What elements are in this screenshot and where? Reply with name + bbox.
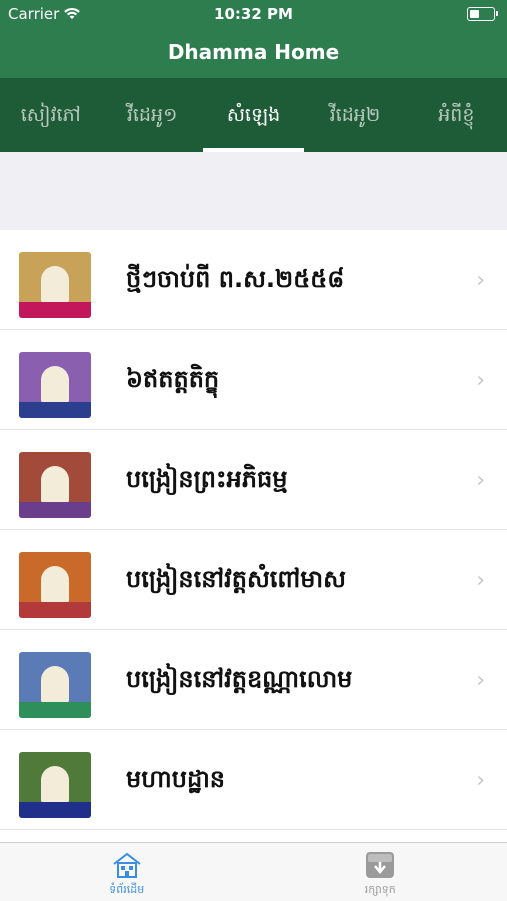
tabbar-saved-label: រក្សាទុក <box>254 883 507 899</box>
chevron-right-icon: › <box>476 668 485 693</box>
chevron-right-icon: › <box>476 268 485 293</box>
monk-figure <box>41 366 69 404</box>
list-item[interactable]: បង្រៀននៅវត្តសំពៅមាស › <box>0 530 507 630</box>
chevron-right-icon: › <box>476 468 485 493</box>
thumb-band <box>19 302 91 318</box>
monk-figure <box>41 466 69 504</box>
chevron-right-icon: › <box>476 568 485 593</box>
thumb-band <box>19 402 91 418</box>
item-title: ថ្មីៗចាប់ពី ព.ស.២៥៥៨ <box>126 264 344 299</box>
clock: 10:32 PM <box>0 5 507 23</box>
list-item[interactable]: មហាបដ្ឋាន › <box>0 730 507 830</box>
item-thumbnail <box>19 752 91 818</box>
item-thumbnail <box>19 652 91 718</box>
item-thumbnail <box>19 352 91 418</box>
item-thumbnail <box>19 552 91 618</box>
tab-about[interactable]: អំពីខ្ញុំ <box>406 78 507 152</box>
list-item[interactable]: ថ្មីៗចាប់ពី ព.ស.២៥៥៨ › <box>0 230 507 330</box>
thumb-band <box>19 602 91 618</box>
thumb-band <box>19 502 91 518</box>
list-item[interactable]: បង្រៀននៅវត្តឧណ្ណាលោម › <box>0 630 507 730</box>
item-title: មហាបដ្ឋាន <box>126 764 225 799</box>
item-thumbnail <box>19 252 91 318</box>
tab-video-1[interactable]: វីដេអូ១ <box>101 78 202 152</box>
thumb-band <box>19 702 91 718</box>
tabbar-saved[interactable]: រក្សាទុក <box>254 843 507 901</box>
item-thumbnail <box>19 452 91 518</box>
list-item[interactable]: បង្រៀនព្រះអភិធម្ម › <box>0 430 507 530</box>
item-title: ៦ឥតត្តតិក្ខុ <box>126 364 219 399</box>
audio-list: ថ្មីៗចាប់ពី ព.ស.២៥៥៨ › ៦ឥតត្តតិក្ខុ › បង… <box>0 230 507 842</box>
battery-icon <box>467 7 495 21</box>
chevron-right-icon: › <box>476 768 485 793</box>
list-header-spacer <box>0 152 507 230</box>
monk-figure <box>41 666 69 704</box>
home-icon <box>112 851 142 879</box>
item-title: បង្រៀននៅវត្តសំពៅមាស <box>126 564 346 599</box>
list-item[interactable]: ៦ឥតត្តតិក្ខុ › <box>0 330 507 430</box>
monk-figure <box>41 766 69 804</box>
segment-tabs: សៀវភៅ វីដេអូ១ សំឡេង វីដេអូ២ អំពីខ្ញុំ <box>0 78 507 152</box>
chevron-right-icon: › <box>476 368 485 393</box>
tabbar-home[interactable]: ទំព័រដើម <box>0 843 254 901</box>
tab-audio[interactable]: សំឡេង <box>203 78 304 152</box>
download-box-icon <box>365 851 395 879</box>
item-title: បង្រៀននៅវត្តឧណ្ណាលោម <box>126 664 352 699</box>
monk-figure <box>41 566 69 604</box>
thumb-band <box>19 802 91 818</box>
monk-figure <box>41 266 69 304</box>
tabbar-home-label: ទំព័រដើម <box>0 883 254 899</box>
bottom-tab-bar: ទំព័រដើម រក្សាទុក <box>0 842 507 901</box>
nav-title: Dhamma Home <box>0 28 507 78</box>
tab-video-2[interactable]: វីដេអូ២ <box>304 78 405 152</box>
item-title: បង្រៀនព្រះអភិធម្ម <box>126 464 287 499</box>
tab-books[interactable]: សៀវភៅ <box>0 78 101 152</box>
status-bar: Carrier 10:32 PM <box>0 0 507 28</box>
